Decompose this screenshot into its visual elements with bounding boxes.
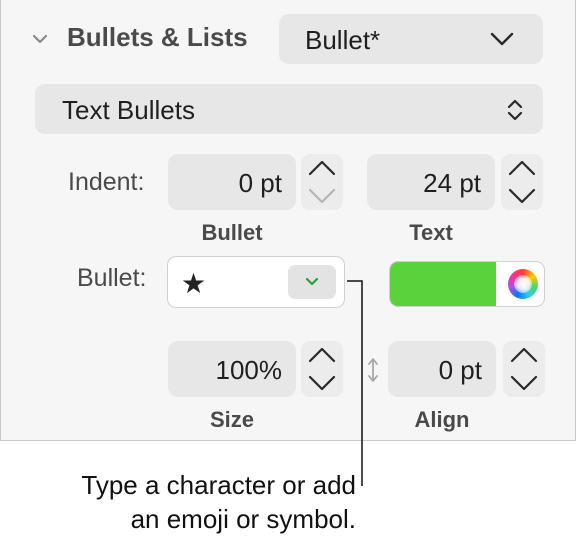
- callout-line-1: Type a character or add: [81, 470, 356, 500]
- callout-leader-line: [347, 280, 363, 486]
- callout-text: Type a character or add an emoji or symb…: [81, 468, 356, 536]
- callout-line-2: an emoji or symbol.: [130, 504, 356, 534]
